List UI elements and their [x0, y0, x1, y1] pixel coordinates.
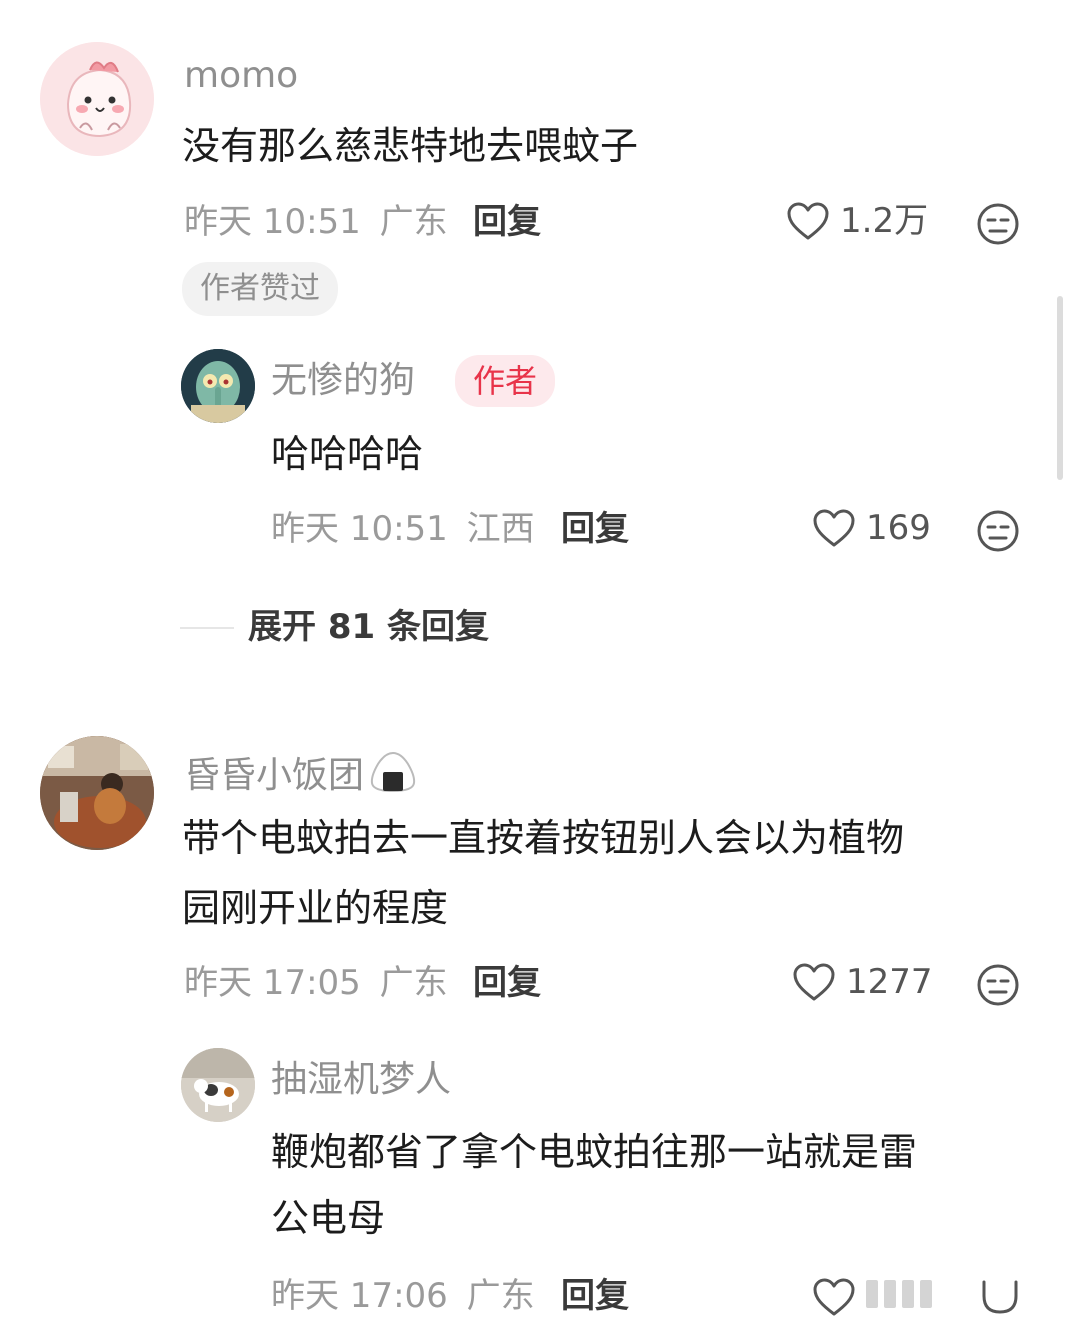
photo-avatar-icon: [40, 736, 154, 850]
reply-button[interactable]: 回复: [561, 1279, 629, 1313]
avatar[interactable]: [181, 1048, 255, 1122]
obscured-like-count: [866, 1280, 936, 1310]
like-button[interactable]: 1277: [792, 962, 933, 1002]
comment-time: 昨天 17:05: [184, 963, 361, 1003]
reply-button[interactable]: 回复: [473, 966, 541, 1000]
comment-text-line: 园刚开业的程度: [182, 886, 449, 930]
reply-meta: 昨天 10:51 江西: [271, 512, 535, 546]
heart-outline-icon: [793, 963, 835, 1001]
comment-text: 没有那么慈悲特地去喂蚊子: [182, 124, 639, 168]
reply-location: 江西: [466, 509, 535, 549]
reply-text: 鞭炮都省了拿个电蚊拍往那一站就是雷 公电母: [271, 1120, 1041, 1250]
comment-location: 广东: [379, 963, 448, 1003]
reply-time: 昨天 17:06: [271, 1276, 448, 1316]
author-liked-badge: 作者赞过: [182, 262, 338, 316]
like-button[interactable]: 169: [812, 508, 931, 548]
like-count: 169: [866, 508, 931, 548]
reply-text-line: 公电母: [271, 1196, 386, 1240]
reply-username[interactable]: 无惨的狗: [271, 363, 415, 399]
dislike-button[interactable]: [976, 509, 1020, 557]
dislike-button[interactable]: [980, 1280, 1020, 1318]
author-badge: 作者: [455, 355, 556, 407]
reply-meta: 昨天 17:06 广东: [271, 1279, 535, 1313]
reply-button[interactable]: 回复: [473, 205, 541, 239]
comment-username-text: 昏昏小饭团: [184, 754, 365, 796]
comment-text: 带个电蚊拍去一直按着按钮别人会以为植物 园刚开业的程度: [182, 806, 1042, 940]
scrollbar[interactable]: [1057, 296, 1063, 480]
comment-meta: 昨天 17:05 广东: [184, 966, 448, 1000]
dislike-button[interactable]: [976, 202, 1020, 250]
reply-button[interactable]: 回复: [561, 512, 629, 546]
like-button[interactable]: 1.2万: [786, 201, 928, 241]
reply-text-line: 鞭炮都省了拿个电蚊拍往那一站就是雷: [271, 1130, 918, 1174]
heart-outline-icon: [813, 509, 855, 547]
like-count: 1.2万: [840, 201, 929, 241]
like-count: 1277: [846, 962, 933, 1002]
squidward-avatar-icon: [181, 349, 255, 423]
dislike-button[interactable]: [976, 963, 1020, 1011]
comment-username[interactable]: 昏昏小饭团: [184, 750, 418, 801]
cartoon-avatar-icon: [40, 42, 154, 156]
meh-face-icon: [977, 203, 1019, 245]
reply-username[interactable]: 抽湿机梦人: [271, 1062, 451, 1098]
like-button[interactable]: [812, 1277, 856, 1317]
expand-divider: [180, 627, 234, 629]
reply-location: 广东: [466, 1276, 535, 1316]
avatar[interactable]: [40, 42, 154, 156]
comment-time: 昨天 10:51: [184, 202, 361, 242]
meh-face-icon: [977, 964, 1019, 1006]
comment-text-line: 带个电蚊拍去一直按着按钮别人会以为植物: [182, 816, 905, 860]
avatar[interactable]: [40, 736, 154, 850]
reply-text: 哈哈哈哈: [271, 432, 424, 476]
expand-replies-button[interactable]: 展开 81 条回复: [248, 610, 489, 644]
reply-time: 昨天 10:51: [271, 509, 448, 549]
meh-face-icon: [982, 1280, 1018, 1314]
comment-location: 广东: [379, 202, 448, 242]
meh-face-icon: [977, 510, 1019, 552]
cat-avatar-icon: [181, 1048, 255, 1122]
onigiri-icon: [368, 750, 418, 801]
avatar[interactable]: [181, 349, 255, 423]
comment-meta: 昨天 10:51 广东: [184, 205, 448, 239]
comment-username[interactable]: momo: [184, 58, 298, 94]
heart-outline-icon: [787, 202, 829, 240]
heart-outline-icon: [813, 1278, 855, 1316]
